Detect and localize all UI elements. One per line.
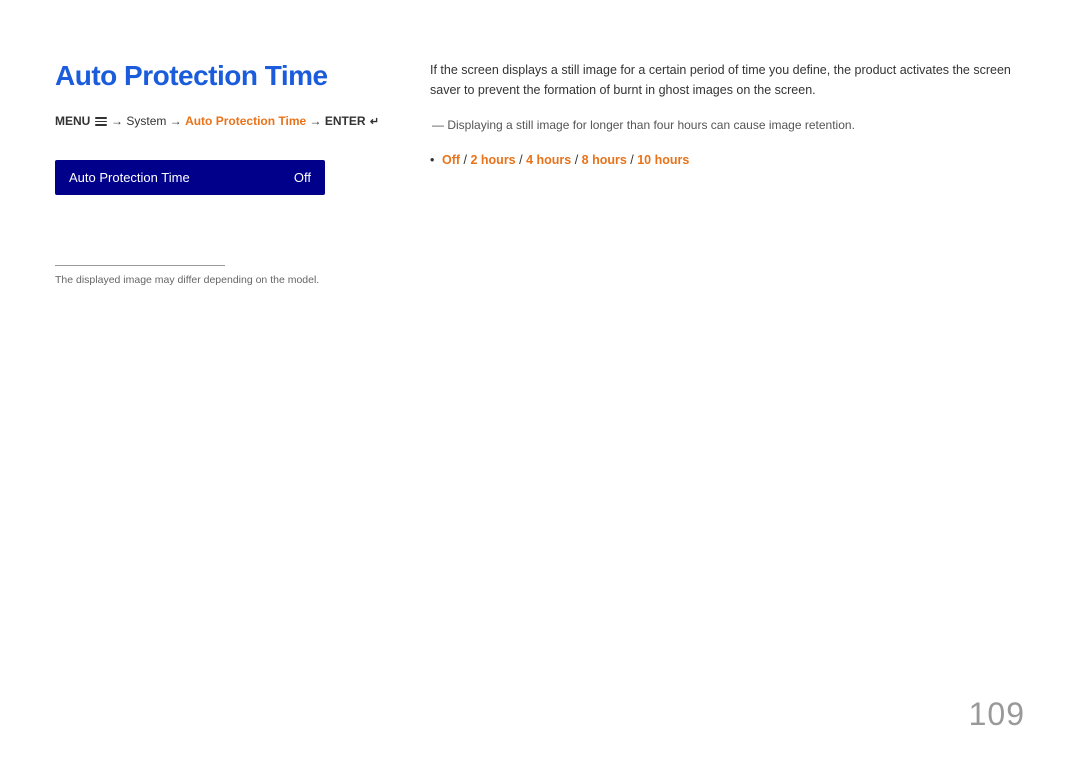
screen-row-value: Off — [294, 170, 311, 185]
system-text: System — [126, 114, 166, 128]
opt-10hours: 10 hours — [637, 153, 689, 167]
description-text: If the screen displays a still image for… — [430, 60, 1020, 100]
menu-label: MENU — [55, 114, 111, 128]
enter-icon: ↵ — [370, 114, 379, 131]
left-column: Auto Protection Time MENU → System → Aut… — [55, 60, 395, 286]
screen-mockup: Auto Protection Time Off — [55, 160, 325, 195]
page-title: Auto Protection Time — [55, 60, 395, 92]
right-column: If the screen displays a still image for… — [430, 60, 1020, 171]
footnote-text: The displayed image may differ depending… — [55, 274, 395, 286]
page-number: 109 — [969, 696, 1025, 733]
opt-sep1: / — [460, 153, 470, 167]
options-line: Off / 2 hours / 4 hours / 8 hours / 10 h… — [430, 150, 1020, 171]
opt-sep2: / — [516, 153, 526, 167]
note-line: Displaying a still image for longer than… — [430, 116, 1020, 134]
opt-sep4: / — [627, 153, 637, 167]
arrow3: → — [310, 114, 325, 128]
screen-row-label: Auto Protection Time — [69, 170, 190, 185]
screen-row: Auto Protection Time Off — [55, 160, 325, 195]
opt-2hours: 2 hours — [470, 153, 515, 167]
opt-off: Off — [442, 153, 460, 167]
opt-4hours: 4 hours — [526, 153, 571, 167]
menu-icon — [95, 117, 107, 126]
footnote-divider — [55, 265, 225, 266]
arrow2: → — [170, 114, 185, 128]
menu-path: MENU → System → Auto Protection Time → E… — [55, 112, 395, 130]
page-container: Auto Protection Time MENU → System → Aut… — [0, 0, 1080, 763]
opt-8hours: 8 hours — [582, 153, 627, 167]
menu-feature-text: Auto Protection Time — [185, 114, 306, 128]
arrow1: → — [111, 114, 126, 128]
opt-sep3: / — [571, 153, 581, 167]
enter-text: ENTER ↵ — [325, 114, 379, 128]
